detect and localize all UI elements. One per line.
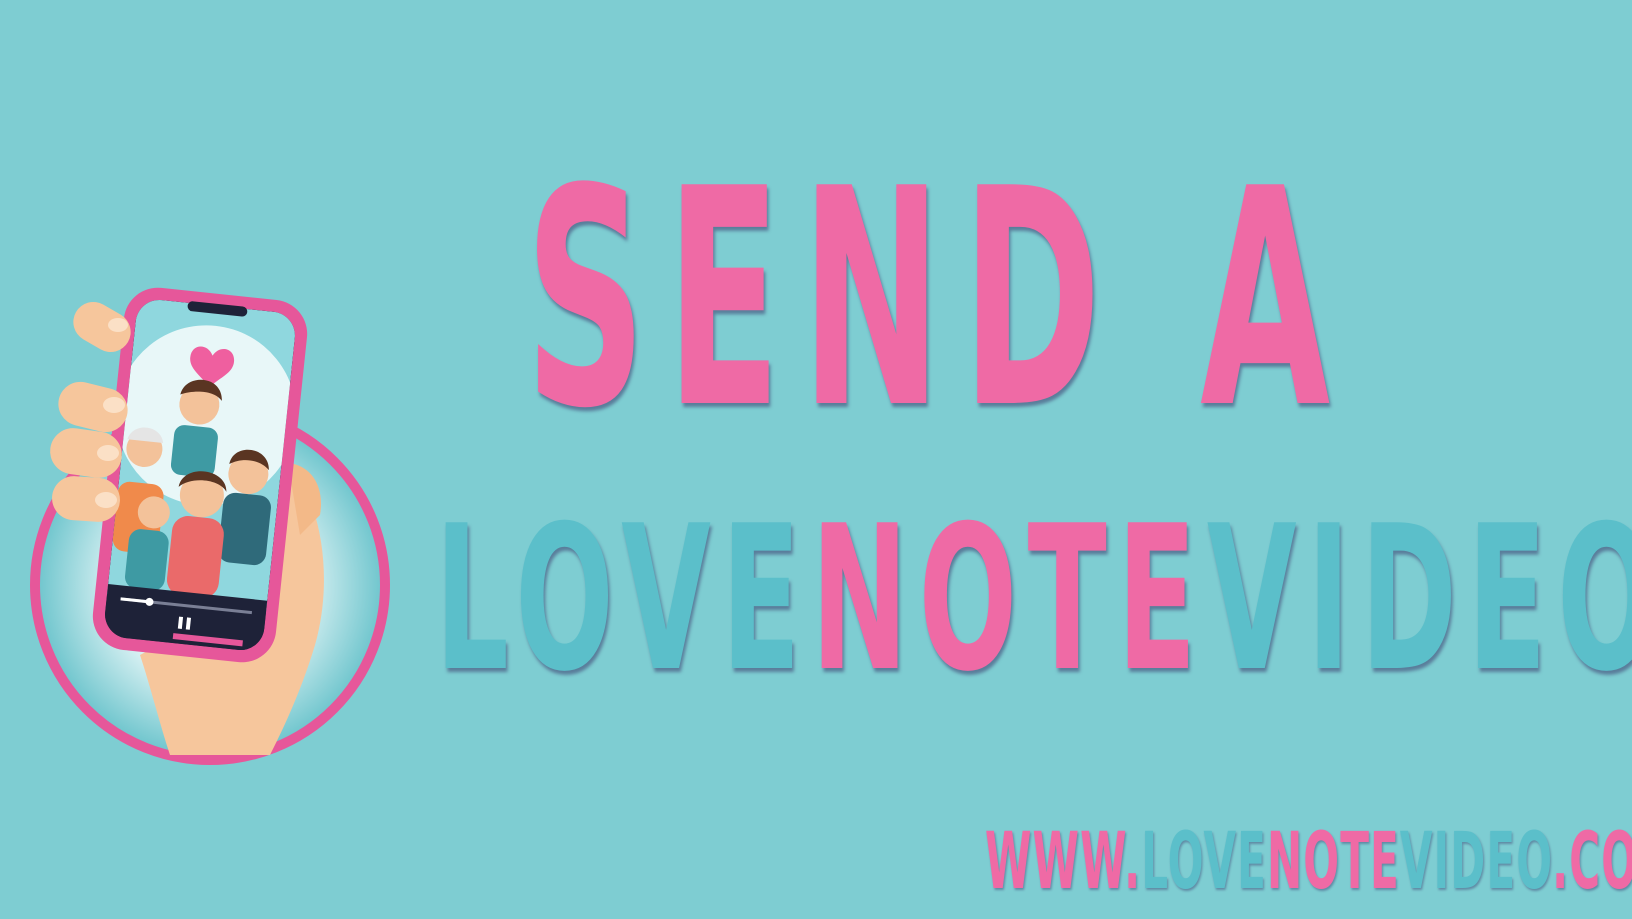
headline-line-2: LOVENOTEVIDEO xyxy=(435,500,1632,700)
headline-word-note: NOTE xyxy=(811,483,1207,716)
url-part-note: NOTE xyxy=(1266,817,1400,907)
hand-holding-phone-family-video-icon xyxy=(30,287,390,765)
url-part-love: LOVE xyxy=(1141,817,1267,907)
banner: SEND A LOVENOTEVIDEO WWW.LOVENOTEVIDEO.C… xyxy=(0,0,1632,919)
website-url: WWW.LOVENOTEVIDEO.COM xyxy=(985,823,1632,901)
headline-word-video: VIDEO xyxy=(1206,483,1632,716)
headline-word-love: LOVE xyxy=(435,483,812,716)
url-part-video: VIDEO xyxy=(1399,817,1553,907)
url-part-com: .COM xyxy=(1552,817,1632,907)
url-part-www: WWW. xyxy=(985,817,1142,907)
headline-line-1: SEND A xyxy=(525,125,1351,474)
